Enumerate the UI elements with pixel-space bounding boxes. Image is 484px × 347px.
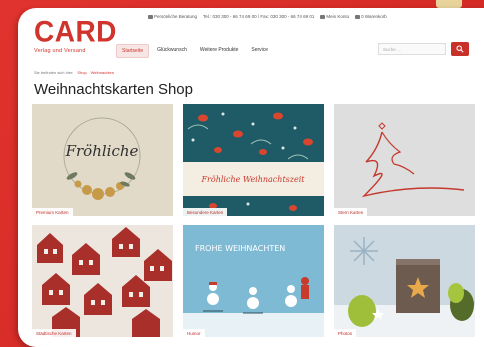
topbar-phone: Tel.: 030 300 - 66 74 69 00 / Fax: 030 3… [203,14,315,19]
birds-script-text: Fröhliche Weihnachtszeit [201,175,306,184]
product-tile-besondere[interactable]: Fröhliche Weihnachtszeit Besondere Karte… [183,104,324,216]
browser-page: CARD Verlag und Versand Persönliche Bera… [18,8,484,347]
nav-item-weitere-produkte[interactable]: Weitere Produkte [195,44,244,58]
search-input[interactable]: Suche ... [378,43,446,55]
tile-label-staedtisch: Städtische Karten [32,329,76,337]
product-tile-humor[interactable]: FROHE WEIHNACHTEN Humor [183,225,324,337]
topbar-support: Persönliche Beratung [148,14,197,19]
cart-icon [355,14,361,19]
tree-card-image [334,104,475,216]
tile-label-photos: Photos [334,329,357,337]
search-icon [456,45,464,53]
tile-label-premium: Premium Karten [32,208,73,216]
candle-card-image [334,225,475,337]
main-nav: Startseite Glückwunsch Weitere Produkte … [116,44,273,58]
page-title: Weihnachtskarten Shop [34,81,193,98]
cart-link[interactable]: 0 Warenkorb [355,14,387,19]
breadcrumb: Sie befinden sich hier: Shop Weihnachten [34,70,114,75]
logo[interactable]: CARD Verlag und Versand [34,15,117,54]
nav-item-glueckwunsch[interactable]: Glückwunsch [152,44,192,58]
logo-tagline: Verlag und Versand [34,48,86,54]
humor-card-image: FROHE WEIHNACHTEN [183,225,324,337]
product-tile-staedtisch[interactable]: Städtische Karten [32,225,173,337]
tile-label-stern: Stern Karten [334,208,368,216]
tile-label-humor: Humor [183,329,205,337]
topbar: Persönliche Beratung Tel.: 030 300 - 66 … [148,14,387,19]
nav-item-startseite[interactable]: Startseite [116,44,150,58]
phone-icon [148,14,153,19]
user-icon [320,14,326,19]
product-tile-premium[interactable]: Fröhliche Premium Karten [32,104,173,216]
search-button[interactable] [451,42,469,56]
account-label: Mein Konto [326,14,350,19]
breadcrumb-weihnachten[interactable]: Weihnachten [91,70,114,75]
birds-card-image: Fröhliche Weihnachtszeit [183,104,324,216]
wreath-script-text: Fröhliche [65,142,139,160]
cart-label: 0 Warenkorb [361,14,387,19]
breadcrumb-prefix: Sie befinden sich hier: [34,70,74,75]
corner-badge [436,0,462,8]
logo-wordmark: CARD [34,15,117,48]
nav-item-service[interactable]: Service [246,44,273,58]
breadcrumb-shop[interactable]: Shop [77,70,86,75]
houses-card-image [32,225,173,337]
topbar-support-label: Persönliche Beratung [154,14,198,19]
tile-label-besondere: Besondere Karten [183,208,228,216]
product-tile-stern[interactable]: Stern Karten [334,104,475,216]
account-link[interactable]: Mein Konto [320,14,349,19]
wreath-card-image: Fröhliche [32,104,173,216]
product-tile-photos[interactable]: Photos [334,225,475,337]
humor-card-text: FROHE WEIHNACHTEN [195,244,285,253]
